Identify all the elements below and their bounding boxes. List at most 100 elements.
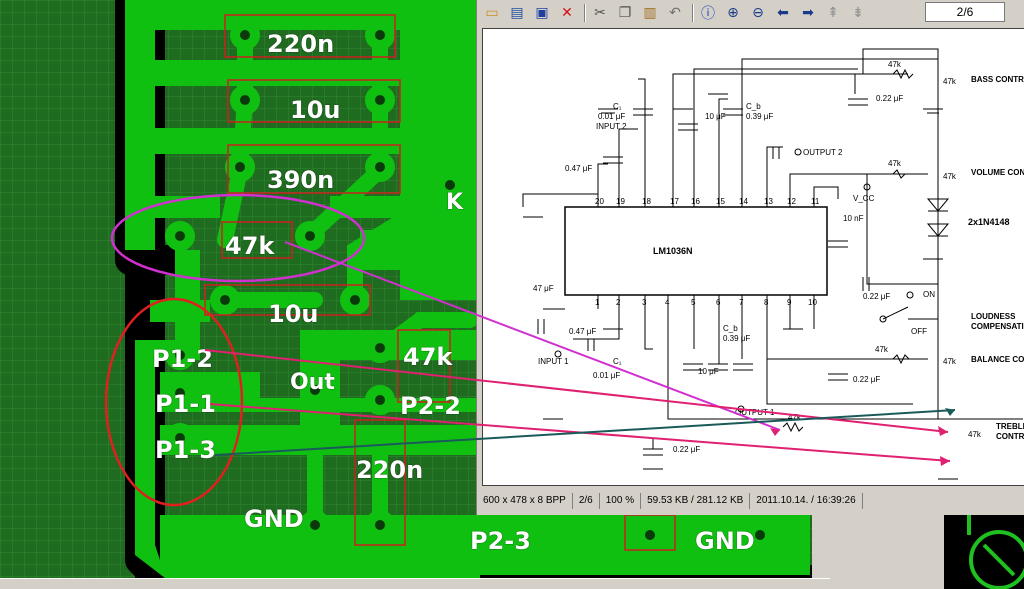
schematic-label-c1-value: 0.01 μF [598, 112, 625, 121]
ic-pin-label: 1 [595, 298, 600, 307]
schematic-label-047uf-top: 0.47 μF [565, 164, 592, 173]
pcb-label-p2-2: P2-2 [400, 392, 461, 420]
page-number-field[interactable]: 2/6 [925, 2, 1005, 22]
schematic-label-vcc: V_CC [853, 194, 875, 203]
ic-pin-label: 2 [616, 298, 621, 307]
schematic-label-cb-top: C_b [746, 102, 761, 111]
schematic-label-047uf-bottom: 0.47 μF [569, 327, 596, 336]
schematic-label-input1: INPUT 1 [538, 357, 569, 366]
toolbar-separator [692, 3, 694, 22]
slideshow-icon[interactable]: ▤ [506, 2, 528, 24]
viewer-statusbar: 600 x 478 x 8 BPP 2/6 100 % 59.53 KB / 2… [477, 490, 1024, 512]
ic-pin-label: 19 [616, 197, 625, 206]
status-zoom: 100 % [600, 493, 642, 509]
prev-icon[interactable]: ⬅ [772, 2, 794, 24]
ic-pin-label: 7 [739, 298, 744, 307]
pcb-label-out: Out [290, 370, 335, 395]
schematic-label-47k-treb-r: 47k [788, 413, 802, 422]
ic-pin-label: 16 [691, 197, 700, 206]
pcb-label-gnd-left: GND [244, 505, 304, 533]
schematic-label-output2: OUTPUT 2 [803, 148, 843, 157]
preview-thumbnail [944, 515, 1024, 589]
schematic-label-039uf-bottom: 0.39 μF [723, 334, 750, 343]
ic-pin-label: 9 [787, 298, 792, 307]
schematic-label-bass-control: BASS CONTR [971, 75, 1024, 84]
open-icon[interactable]: ▭ [481, 2, 503, 24]
schematic-label-treble: TREBLE [996, 422, 1024, 431]
pcb-label-p1-3: P1-3 [155, 436, 216, 464]
status-date: 2011.10.14. / 16:39:26 [750, 493, 863, 509]
toolbar-separator [584, 3, 586, 22]
first-icon[interactable]: ⇞ [822, 2, 844, 24]
schematic-label-022uf-on: 0.22 μF [863, 292, 890, 301]
schematic-label-47k-bal-pot: 47k [943, 357, 957, 366]
screen: 220n 10u 390n K 47k 10u 47k P1-2 P1-1 P1… [0, 0, 1024, 589]
ic-pin-label: 13 [764, 197, 773, 206]
pcb-label-220n-top: 220n [267, 30, 335, 58]
ic-pin-label: 11 [811, 197, 820, 206]
schematic-label-47k-treb-pot: 47k [968, 430, 982, 439]
schematic-label-c1-bottom: C₁ [613, 357, 622, 366]
ic-pin-label: 17 [670, 197, 679, 206]
schematic-label-47k-bass-pot: 47k [943, 77, 957, 86]
ic-pin-label: 14 [739, 197, 748, 206]
pcb-label-10u-mid: 10u [268, 300, 319, 328]
zoom-in-icon[interactable]: ⊕ [722, 2, 744, 24]
ic-pin-label: 10 [808, 298, 817, 307]
paste-icon[interactable]: ▥ [639, 2, 661, 24]
delete-icon[interactable]: ✕ [556, 2, 578, 24]
horizontal-scrollbar[interactable] [0, 578, 830, 589]
ic-pin-label: 5 [691, 298, 696, 307]
schematic-label-47k-bal-r: 47k [875, 345, 889, 354]
schematic-label-47uf: 47 μF [533, 284, 554, 293]
schematic-label-off: OFF [911, 327, 927, 336]
schematic-label-10uf-bottom: 10 μF [698, 367, 719, 376]
undo-icon[interactable]: ↶ [664, 2, 686, 24]
next-icon[interactable]: ➡ [797, 2, 819, 24]
pcb-label-p2-3: P2-3 [470, 527, 531, 555]
pcb-label-gnd-right: GND [695, 527, 755, 555]
ic-pin-label: 4 [665, 298, 670, 307]
schematic-label-c1: C₁ [613, 102, 622, 111]
status-dimensions: 600 x 478 x 8 BPP [477, 493, 573, 509]
ic-pin-label: 3 [642, 298, 647, 307]
save-icon[interactable]: ▣ [531, 2, 553, 24]
pcb-label-220n-bottom: 220n [356, 456, 424, 484]
last-icon[interactable]: ⇟ [847, 2, 869, 24]
side-panel [830, 515, 944, 589]
lm1036-schematic: LM1036N C₁ 0.01 μF INPUT 2 0.47 μF 10 μF… [522, 48, 1024, 480]
schematic-label-output1: OUTPUT 1 [735, 408, 775, 417]
viewer-toolbar: ▭ ▤ ▣ ✕ ✂ ❐ ▥ ↶ ⓘ ⊕ ⊖ ⬅ ➡ ⇞ ⇟ 2/6 [477, 0, 1024, 25]
schematic-label-022uf-bal: 0.22 μF [853, 375, 880, 384]
pcb-label-47k-right: 47k [403, 343, 453, 371]
pcb-label-390n: 390n [267, 166, 335, 194]
zoom-out-icon[interactable]: ⊖ [747, 2, 769, 24]
schematic-label-47k-vol-pot: 47k [943, 172, 957, 181]
status-filesize: 59.53 KB / 281.12 KB [641, 493, 751, 509]
schematic-label-input2: INPUT 2 [596, 122, 627, 131]
pcb-label-p1-1: P1-1 [155, 390, 216, 418]
pcb-label-k: K [446, 190, 464, 215]
schematic-label-volume-control: VOLUME CON [971, 168, 1024, 177]
schematic-label-001uf-bottom: 0.01 μF [593, 371, 620, 380]
ic-top-pins: 20 19 18 17 16 15 14 13 12 11 [595, 197, 820, 206]
ic-bottom-pins: 1 2 3 4 5 6 7 8 9 10 [595, 298, 817, 307]
image-viewer-window: ▭ ▤ ▣ ✕ ✂ ❐ ▥ ↶ ⓘ ⊕ ⊖ ⬅ ➡ ⇞ ⇟ 2/6 LM1036… [476, 0, 1024, 515]
pcb-label-p1-2: P1-2 [152, 345, 213, 373]
ic-pin-label: 15 [716, 197, 725, 206]
ic-pin-label: 12 [787, 197, 796, 206]
info-icon[interactable]: ⓘ [697, 2, 719, 24]
schematic-label-47k-vol-r: 47k [888, 159, 902, 168]
schematic-label-on: ON [923, 290, 935, 299]
ic-pin-label: 8 [764, 298, 769, 307]
pcb-label-47k-circled: 47k [225, 232, 275, 260]
schematic-label-022uf-bass: 0.22 μF [876, 94, 903, 103]
schematic-label-039uf-top: 0.39 μF [746, 112, 773, 121]
ic-pin-label: 6 [716, 298, 721, 307]
cut-icon[interactable]: ✂ [589, 2, 611, 24]
schematic-label-compensation: COMPENSATI [971, 322, 1024, 331]
copy-icon[interactable]: ❐ [614, 2, 636, 24]
schematic-label-diodes: 2x1N4148 [968, 217, 1010, 227]
ic-pin-label: 18 [642, 197, 651, 206]
schematic-label-10uf-top: 10 μF [705, 112, 726, 121]
